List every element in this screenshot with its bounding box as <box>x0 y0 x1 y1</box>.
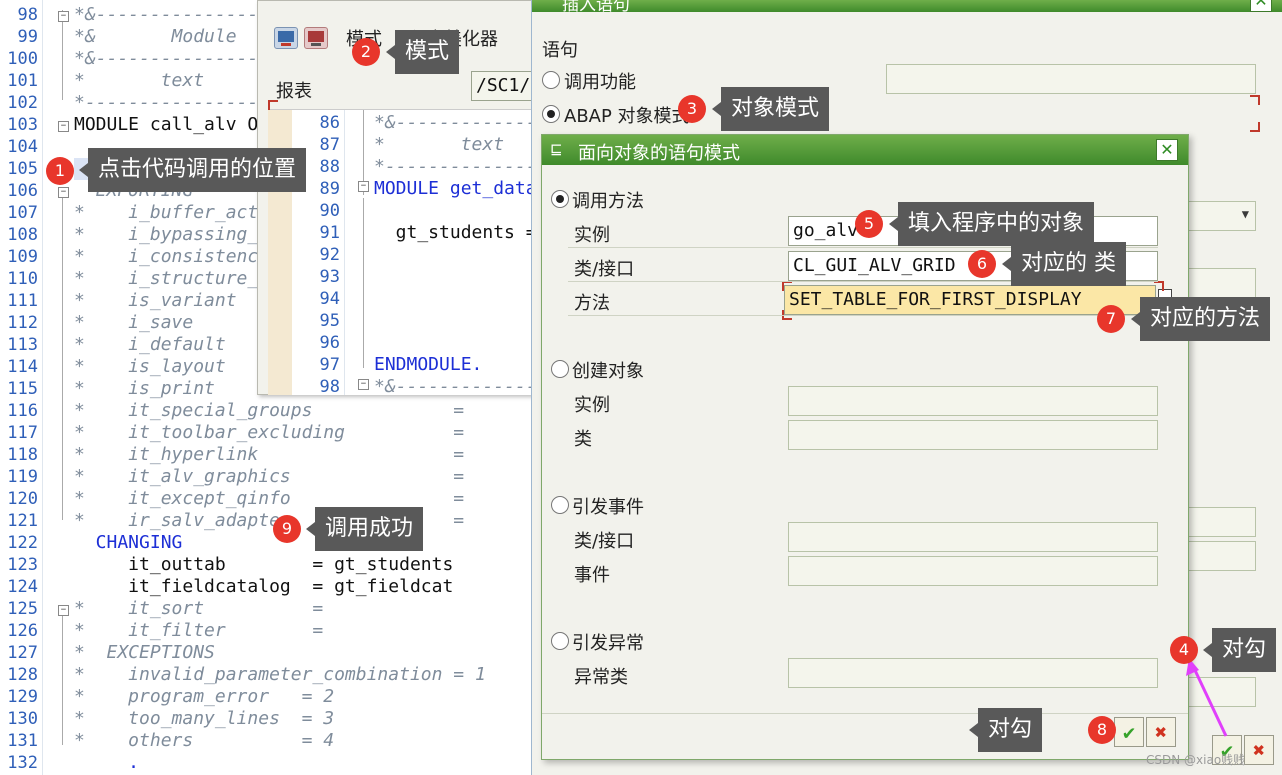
step-tag: 调用成功 <box>305 507 424 551</box>
step-tag: 对象模式 <box>711 87 830 131</box>
step-tag: 对应的方法 <box>1130 297 1271 341</box>
step-badge: 7 <box>1097 305 1125 333</box>
step-tag: 模式 <box>385 30 460 74</box>
step-tag: 对勾 <box>1202 628 1277 672</box>
step-badge: 1 <box>46 157 74 185</box>
step-badge: 9 <box>273 515 301 543</box>
step-badge: 3 <box>678 95 706 123</box>
step-tag: 对勾 <box>968 708 1043 752</box>
step-tag: 对应的 类 <box>1002 242 1126 286</box>
step-badge: 4 <box>1170 636 1198 664</box>
step-tag: 点击代码调用的位置 <box>78 148 307 192</box>
step-badge: 5 <box>855 210 883 238</box>
watermark: CSDN @xiao贱贱 <box>1146 753 1246 767</box>
step-badge: 2 <box>352 38 380 66</box>
step-badge: 8 <box>1088 716 1116 744</box>
annotation-arrow <box>1186 658 1228 737</box>
step-badge: 6 <box>968 250 996 278</box>
step-tag: 填入程序中的对象 <box>888 202 1095 246</box>
